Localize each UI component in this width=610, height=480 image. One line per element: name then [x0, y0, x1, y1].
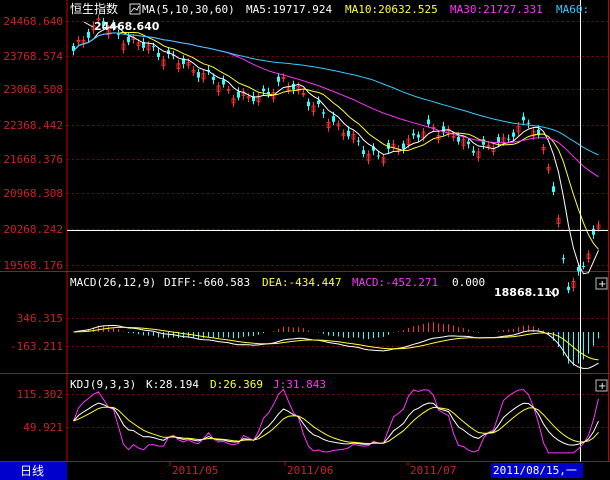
candle-body	[527, 122, 530, 124]
candle-body	[377, 155, 380, 157]
main-header: 恒生指数 MA(5,10,30,60) MA5:19717.924 MA10:2…	[70, 1, 589, 16]
ma60-value: MA60:	[556, 3, 589, 16]
main-y-label: 23068.508	[3, 83, 63, 96]
candle-body	[592, 228, 595, 235]
high-price-label: 24468.640	[94, 20, 160, 33]
candle-body	[417, 134, 420, 138]
candle-body	[507, 138, 510, 140]
candle-body	[237, 91, 240, 98]
kdj-y-label-top: 115.302	[17, 388, 63, 401]
candle-body	[582, 266, 585, 268]
macd-y-label-top: 346.315	[17, 312, 63, 325]
candle-body	[522, 116, 525, 121]
kdj-indicator-name: KDJ(9,3,3)	[70, 378, 136, 391]
ma10-value: MA10:20632.525	[345, 3, 438, 16]
stock-chart: 24468.640 23768.574 23068.508 22368.442 2166…	[0, 0, 610, 480]
main-y-label: 20968.308	[3, 187, 63, 200]
candle-body	[332, 116, 335, 122]
macd-macd-value: MACD:-452.271	[352, 276, 438, 289]
candle-body	[567, 286, 570, 291]
date-label-jul: 2011/07	[410, 464, 456, 477]
candle-body	[152, 46, 155, 48]
svg-text:+: +	[598, 279, 606, 290]
main-y-label: 20268.242	[3, 223, 63, 236]
candle-body	[402, 143, 405, 149]
candle-body	[197, 72, 200, 78]
kdj-d-value: D:26.369	[210, 378, 263, 391]
macd-diff-value: DIFF:-660.583	[164, 276, 250, 289]
macd-dea-value: DEA:-434.447	[262, 276, 341, 289]
candle-body	[357, 140, 360, 142]
candle-body	[457, 136, 460, 142]
main-y-label: 24468.640	[3, 15, 63, 28]
candle-body	[347, 130, 350, 137]
cursor-date-box: 2011/08/15,一	[491, 463, 583, 478]
ma5-value: MA5:19717.924	[246, 3, 332, 16]
macd-y-label-bottom: -163.211	[10, 340, 63, 353]
kdj-y-label-bottom: 49.921	[23, 421, 63, 434]
index-title: 恒生指数	[70, 1, 118, 16]
candle-body	[317, 100, 320, 105]
candle-body	[552, 186, 555, 192]
candle-body	[222, 79, 225, 85]
ma-indicator-name: MA(5,10,30,60)	[142, 3, 235, 16]
macd-indicator-name: MACD(26,12,9)	[70, 276, 156, 289]
kdj-k-value: K:28.194	[146, 378, 199, 391]
ma30-value: MA30:21727.331	[450, 3, 543, 16]
date-label-may: 2011/05	[172, 464, 218, 477]
kdj-header: KDJ(9,3,3) K:28.194 D:26.369 J:31.843	[70, 378, 326, 391]
date-label-jun: 2011/06	[287, 464, 333, 477]
candle-body	[577, 267, 580, 272]
macd-header: MACD(26,12,9) DIFF:-660.583 DEA:-434.447…	[70, 276, 485, 289]
candle-body	[512, 132, 515, 137]
period-tab[interactable]: 日线	[0, 462, 67, 480]
candle-body	[427, 119, 430, 125]
candle-body	[472, 150, 475, 153]
candle-body	[307, 101, 310, 107]
kdj-j-value: J:31.843	[273, 378, 326, 391]
main-y-label: 21668.376	[3, 153, 63, 166]
macd-extra-value: 0.000	[452, 276, 485, 289]
main-y-label: 22368.442	[3, 119, 63, 132]
candle-body	[412, 133, 415, 136]
candle-body	[262, 88, 265, 92]
main-y-label: 23768.574	[3, 50, 63, 63]
macd-expand-button[interactable]: +	[595, 277, 608, 290]
candle-body	[212, 76, 215, 80]
candle-body	[467, 141, 470, 145]
low-price-label: 18868.110	[494, 286, 560, 299]
cursor-date: 2011/08/15,一	[493, 464, 577, 477]
candle-body	[362, 150, 365, 155]
period-tab-label: 日线	[20, 464, 44, 478]
candle-body	[87, 31, 90, 38]
candle-body	[157, 52, 160, 57]
main-y-label: 19568.176	[3, 259, 63, 272]
candle-body	[562, 258, 565, 260]
candle-body	[497, 137, 500, 143]
candle-body	[292, 83, 295, 90]
kdj-expand-button[interactable]: +	[595, 379, 608, 392]
candle-body	[322, 112, 325, 114]
candle-body	[127, 36, 130, 43]
candle-body	[277, 76, 280, 82]
svg-text:+: +	[598, 381, 606, 392]
